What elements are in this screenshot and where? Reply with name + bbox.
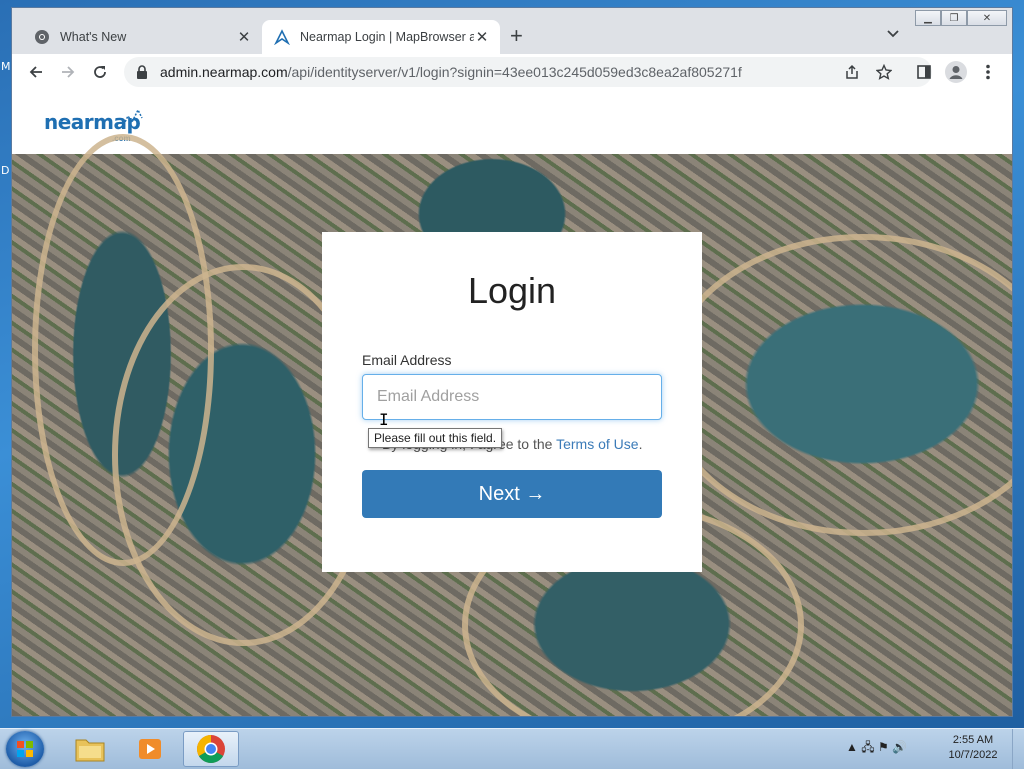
tab-search-icon[interactable] [886,26,900,44]
taskbar-chrome[interactable] [183,731,239,767]
close-tab-icon[interactable]: ✕ [236,28,252,46]
taskbar-file-explorer[interactable] [62,731,118,767]
chrome-icon [197,735,225,763]
url-path: /api/identityserver/v1/login?signin=43ee… [287,64,742,80]
tray-icons: ▲ 🖧 ⚑ 🔊 [846,740,907,755]
share-icon[interactable] [840,60,864,84]
browser-window: What's New ✕ Nearmap Login | MapBrowser … [12,8,1012,716]
terms-suffix: . [638,436,643,452]
show-desktop-button[interactable] [1012,729,1024,769]
terms-of-use-link[interactable]: Terms of Use [556,436,638,452]
taskbar-media-player[interactable] [122,731,178,767]
nearmap-icon [274,29,290,45]
close-window-button[interactable]: ✕ [967,10,1007,26]
maximize-button[interactable]: ❐ [941,10,967,26]
tab-whats-new[interactable]: What's New ✕ [22,20,262,54]
next-button[interactable]: Next → [362,470,662,518]
back-button[interactable] [24,60,48,84]
tab-strip: What's New ✕ Nearmap Login | MapBrowser … [12,8,1012,54]
start-button[interactable] [6,731,44,767]
logo-mark-icon [121,108,143,129]
taskbar: ▲ 🖧 ⚑ 🔊 2:55 AM 10/7/2022 [0,728,1024,769]
show-hidden-icons-icon[interactable]: ▲ [846,740,858,754]
url-text: admin.nearmap.com/api/identityserver/v1/… [160,64,742,80]
desktop-edge-letter: D [1,164,10,177]
reload-button[interactable] [88,60,112,84]
validation-tooltip: Please fill out this field. [368,428,503,448]
clock-date: 10/7/2022 [948,749,998,761]
tab-nearmap-login[interactable]: Nearmap Login | MapBrowser and ✕ [262,20,500,54]
network-icon[interactable]: 🖧 [861,740,874,754]
url-host: admin.nearmap.com [160,64,288,80]
web-page: nearmap .com Login Email Address By logg… [12,90,1012,716]
address-bar[interactable]: admin.nearmap.com/api/identityserver/v1/… [124,57,932,87]
tab-title: Nearmap Login | MapBrowser and [300,30,474,44]
tab-title: What's New [60,30,127,44]
desktop-edge-letter: M [1,60,11,73]
text-cursor-icon: I [379,410,389,429]
email-label: Email Address [362,352,452,368]
side-panel-icon[interactable] [912,60,936,84]
bookmark-star-icon[interactable] [872,60,896,84]
login-card: Login Email Address By logging in, I agr… [322,232,702,572]
profile-avatar-icon[interactable] [944,60,968,84]
clock[interactable]: 2:55 AM 10/7/2022 [944,733,1002,763]
folder-icon [75,739,105,762]
volume-icon[interactable]: 🔊 [892,740,907,754]
login-title: Login [467,270,557,311]
clock-time: 2:55 AM [952,734,994,746]
browser-toolbar: admin.nearmap.com/api/identityserver/v1/… [12,54,1012,91]
lock-icon [134,65,150,79]
forward-button[interactable] [56,60,80,84]
site-header: nearmap .com [12,90,1012,154]
windows-logo-icon [17,741,33,757]
action-center-icon[interactable]: ⚑ [878,740,889,754]
close-tab-icon[interactable]: ✕ [474,28,490,46]
menu-kebab-icon[interactable] [976,60,1000,84]
email-input[interactable] [362,374,662,420]
new-tab-button[interactable]: + [510,22,523,50]
minimize-button[interactable]: ▁ [915,10,941,26]
media-player-icon [139,739,161,759]
chrome-icon [34,29,50,45]
